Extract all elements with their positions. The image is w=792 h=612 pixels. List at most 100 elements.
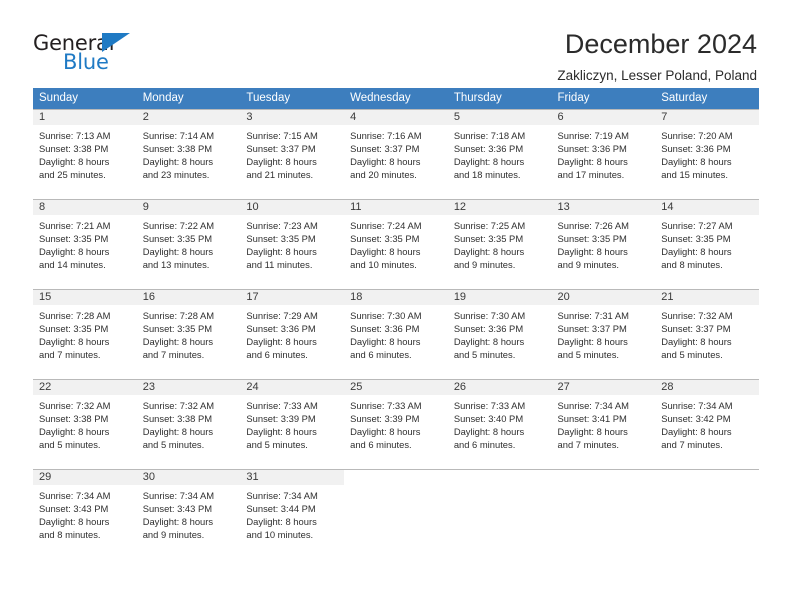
day-details: Sunrise: 7:28 AM Sunset: 3:35 PM Daylight:…: [33, 305, 137, 361]
calendar-day-cell[interactable]: 1 Sunrise: 7:13 AM Sunset: 3:38 PM Daylight…: [33, 109, 137, 200]
daylight-text-line2: and 10 minutes.: [246, 529, 314, 541]
day-cell-inner: 4 Sunrise: 7:16 AM Sunset: 3:37 PM Daylight…: [344, 110, 448, 199]
daylight-text-line1: Daylight: 8 hours: [142, 336, 214, 348]
calendar-day-cell[interactable]: 17 Sunrise: 7:29 AM Sunset: 3:36 PM Dayligh…: [240, 289, 345, 380]
day-number: [447, 470, 552, 485]
sunset-text: Sunset: 3:36 PM: [453, 323, 524, 335]
calendar-day-cell[interactable]: 16 Sunrise: 7:28 AM Sunset: 3:35 PM Dayligh…: [136, 289, 241, 380]
day-number: 4: [344, 110, 448, 125]
daylight-text-line2: and 15 minutes.: [661, 169, 728, 181]
daylight-text-line2: and 7 minutes.: [142, 349, 205, 361]
sunrise-text: Sunrise: 7:15 AM: [246, 130, 318, 141]
day-details: Sunrise: 7:25 AM Sunset: 3:35 PM Daylight:…: [448, 215, 552, 271]
sunset-text: Sunset: 3:35 PM: [661, 233, 731, 245]
calendar-day-cell[interactable]: 15 Sunrise: 7:28 AM Sunset: 3:35 PM Dayligh…: [33, 289, 137, 380]
day-details: Sunrise: 7:30 AM Sunset: 3:36 PM Daylight:…: [448, 305, 552, 361]
day-details: Sunrise: 7:31 AM Sunset: 3:37 PM Daylight:…: [552, 305, 656, 361]
day-cell-inner: [344, 470, 448, 559]
sunrise-text: Sunrise: 7:16 AM: [350, 130, 422, 141]
daylight-text-line1: Daylight: 8 hours: [142, 426, 214, 438]
day-number: 3: [240, 110, 345, 125]
daylight-text-line1: Daylight: 8 hours: [39, 156, 110, 168]
day-cell-inner: 27 Sunrise: 7:34 AM Sunset: 3:41 PM Dayligh…: [551, 380, 656, 469]
sunrise-text: Sunrise: 7:32 AM: [661, 310, 733, 321]
calendar-day-cell[interactable]: 12 Sunrise: 7:25 AM Sunset: 3:35 PM Dayligh…: [447, 199, 552, 290]
sunset-text: Sunset: 3:37 PM: [246, 143, 316, 155]
day-cell-inner: [447, 470, 552, 559]
day-details: Sunrise: 7:34 AM Sunset: 3:44 PM Daylight:…: [240, 485, 344, 541]
sunset-text: Sunset: 3:36 PM: [661, 143, 731, 155]
sunset-text: Sunset: 3:37 PM: [350, 143, 420, 155]
day-details: Sunrise: 7:34 AM Sunset: 3:43 PM Daylight:…: [137, 485, 241, 541]
calendar-day-cell[interactable]: 3 Sunrise: 7:15 AM Sunset: 3:37 PM Daylight…: [240, 109, 345, 200]
calendar-day-cell[interactable]: 29 Sunrise: 7:34 AM Sunset: 3:43 PM Dayligh…: [33, 469, 137, 559]
sunset-text: Sunset: 3:38 PM: [142, 413, 213, 425]
day-cell-inner: 23 Sunrise: 7:32 AM Sunset: 3:38 PM Dayligh…: [136, 380, 241, 469]
page-header: General Blue December 2024 Zakliczyn, Le…: [0, 0, 792, 83]
sunrise-text: Sunrise: 7:19 AM: [557, 130, 629, 141]
calendar-day-cell[interactable]: 10 Sunrise: 7:23 AM Sunset: 3:35 PM Dayligh…: [240, 199, 345, 290]
daylight-text-line1: Daylight: 8 hours: [142, 516, 214, 528]
weekday-header-monday: Monday: [136, 88, 241, 110]
day-details: Sunrise: 7:34 AM Sunset: 3:43 PM Daylight:…: [33, 485, 137, 541]
day-details: Sunrise: 7:26 AM Sunset: 3:35 PM Daylight:…: [552, 215, 656, 271]
daylight-text-line2: and 7 minutes.: [39, 349, 101, 361]
day-number: 13: [551, 200, 656, 215]
day-number: 2: [136, 110, 241, 125]
calendar-day-cell[interactable]: 6 Sunrise: 7:19 AM Sunset: 3:36 PM Daylight…: [551, 109, 656, 200]
daylight-text-line2: and 5 minutes.: [39, 439, 101, 451]
sunset-text: Sunset: 3:43 PM: [142, 503, 213, 515]
calendar-day-cell[interactable]: 18 Sunrise: 7:30 AM Sunset: 3:36 PM Dayligh…: [344, 289, 448, 380]
daylight-text-line1: Daylight: 8 hours: [453, 246, 525, 258]
day-cell-inner: 16 Sunrise: 7:28 AM Sunset: 3:35 PM Dayligh…: [136, 290, 241, 379]
daylight-text-line1: Daylight: 8 hours: [557, 336, 628, 348]
calendar-day-cell[interactable]: 8 Sunrise: 7:21 AM Sunset: 3:35 PM Daylight…: [33, 199, 137, 290]
sunrise-text: Sunrise: 7:28 AM: [39, 310, 111, 321]
day-details: Sunrise: 7:21 AM Sunset: 3:35 PM Daylight:…: [33, 215, 137, 271]
sunrise-text: Sunrise: 7:28 AM: [142, 310, 215, 321]
sunrise-text: Sunrise: 7:20 AM: [661, 130, 733, 141]
calendar-week-row: 1 Sunrise: 7:13 AM Sunset: 3:38 PM Daylight…: [33, 109, 759, 200]
daylight-text-line2: and 23 minutes.: [142, 169, 210, 181]
calendar-day-cell[interactable]: 9 Sunrise: 7:22 AM Sunset: 3:35 PM Daylight…: [136, 199, 241, 290]
day-cell-inner: [551, 470, 656, 559]
calendar-table: Sunday Monday Tuesday Wednesday Thursday Frid…: [33, 88, 759, 559]
sunrise-text: Sunrise: 7:13 AM: [39, 130, 111, 141]
calendar-day-cell[interactable]: 25 Sunrise: 7:33 AM Sunset: 3:39 PM Dayligh…: [344, 379, 448, 470]
daylight-text-line2: and 7 minutes.: [661, 439, 723, 451]
calendar-day-cell[interactable]: 31 Sunrise: 7:34 AM Sunset: 3:44 PM Dayligh…: [240, 469, 345, 559]
day-number: 28: [655, 380, 759, 395]
daylight-text-line1: Daylight: 8 hours: [661, 246, 732, 258]
calendar-day-cell[interactable]: 21 Sunrise: 7:32 AM Sunset: 3:37 PM Dayligh…: [655, 289, 759, 380]
calendar-day-cell[interactable]: 11 Sunrise: 7:24 AM Sunset: 3:35 PM Dayligh…: [344, 199, 448, 290]
day-number: 24: [240, 380, 345, 395]
sunset-text: Sunset: 3:39 PM: [350, 413, 420, 425]
daylight-text-line1: Daylight: 8 hours: [350, 336, 421, 348]
daylight-text-line2: and 9 minutes.: [142, 529, 205, 541]
daylight-text-line2: and 6 minutes.: [350, 439, 412, 451]
sunrise-text: Sunrise: 7:25 AM: [453, 220, 526, 231]
day-details: Sunrise: 7:19 AM Sunset: 3:36 PM Daylight:…: [552, 125, 656, 181]
calendar-day-cell[interactable]: 4 Sunrise: 7:16 AM Sunset: 3:37 PM Daylight…: [344, 109, 448, 200]
calendar-day-cell[interactable]: 19 Sunrise: 7:30 AM Sunset: 3:36 PM Dayligh…: [447, 289, 552, 380]
sunset-text: Sunset: 3:35 PM: [350, 233, 420, 245]
sunset-text: Sunset: 3:35 PM: [142, 323, 213, 335]
calendar-day-cell[interactable]: 5 Sunrise: 7:18 AM Sunset: 3:36 PM Daylight…: [447, 109, 552, 200]
day-cell-inner: 5 Sunrise: 7:18 AM Sunset: 3:36 PM Daylight…: [447, 110, 552, 199]
calendar-day-cell[interactable]: 23 Sunrise: 7:32 AM Sunset: 3:38 PM Dayligh…: [136, 379, 241, 470]
calendar-day-cell[interactable]: 28 Sunrise: 7:34 AM Sunset: 3:42 PM Dayligh…: [655, 379, 759, 470]
calendar-day-cell[interactable]: 22 Sunrise: 7:32 AM Sunset: 3:38 PM Dayligh…: [33, 379, 137, 470]
calendar-day-cell[interactable]: 14 Sunrise: 7:27 AM Sunset: 3:35 PM Dayligh…: [655, 199, 759, 290]
calendar-day-cell[interactable]: 26 Sunrise: 7:33 AM Sunset: 3:40 PM Dayligh…: [447, 379, 552, 470]
calendar-day-cell[interactable]: 24 Sunrise: 7:33 AM Sunset: 3:39 PM Dayligh…: [240, 379, 345, 470]
calendar-day-cell[interactable]: 13 Sunrise: 7:26 AM Sunset: 3:35 PM Dayligh…: [551, 199, 656, 290]
calendar-day-cell[interactable]: 27 Sunrise: 7:34 AM Sunset: 3:41 PM Dayligh…: [551, 379, 656, 470]
calendar-day-cell[interactable]: 7 Sunrise: 7:20 AM Sunset: 3:36 PM Daylight…: [655, 109, 759, 200]
calendar-day-cell[interactable]: 20 Sunrise: 7:31 AM Sunset: 3:37 PM Dayligh…: [551, 289, 656, 380]
sunset-text: Sunset: 3:35 PM: [39, 233, 109, 245]
calendar-day-cell[interactable]: 30 Sunrise: 7:34 AM Sunset: 3:43 PM Dayligh…: [136, 469, 241, 559]
daylight-text-line1: Daylight: 8 hours: [350, 246, 421, 258]
calendar-day-cell[interactable]: 2 Sunrise: 7:14 AM Sunset: 3:38 PM Daylight…: [136, 109, 241, 200]
daylight-text-line1: Daylight: 8 hours: [39, 336, 110, 348]
daylight-text-line2: and 11 minutes.: [246, 259, 313, 271]
